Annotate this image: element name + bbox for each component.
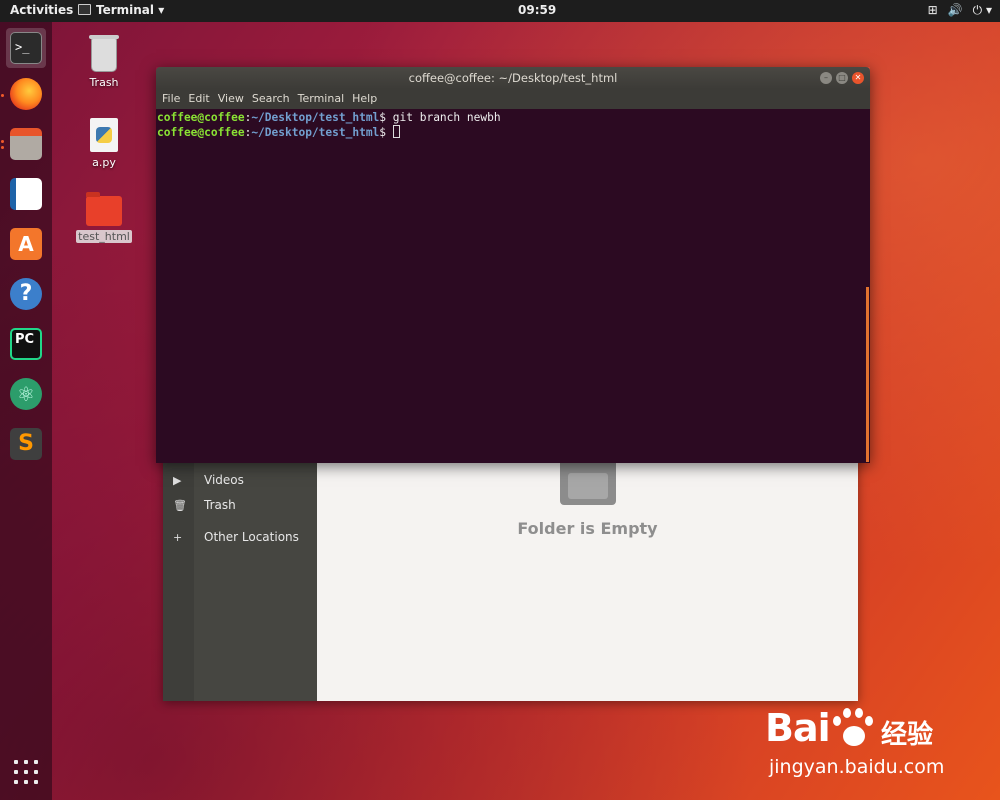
terminal-window: coffee@coffee: ~/Desktop/test_html – □ ✕… <box>156 67 870 463</box>
empty-folder-icon <box>560 459 616 505</box>
terminal-icon: >_ <box>10 32 42 64</box>
files-window-gutter <box>163 455 194 701</box>
top-bar: Activities Terminal ▾ 09:59 ⊞ 🔊 ⏻ ▾ <box>0 0 1000 22</box>
help-icon: ? <box>10 278 42 310</box>
volume-icon[interactable]: 🔊 <box>948 3 963 17</box>
dock-terminal[interactable]: >_ <box>6 28 46 68</box>
power-icon[interactable]: ⏻ ▾ <box>973 3 992 17</box>
maximize-button[interactable]: □ <box>836 72 848 84</box>
window-title: coffee@coffee: ~/Desktop/test_html <box>408 71 618 85</box>
prompt-symbol: $ <box>379 126 393 139</box>
dock-software[interactable]: A <box>6 224 46 264</box>
plus-icon: + <box>173 531 183 544</box>
dock-writer[interactable] <box>6 174 46 214</box>
dock-help[interactable]: ? <box>6 274 46 314</box>
folder-icon <box>86 192 122 226</box>
prompt-user: coffee@coffee <box>157 111 245 124</box>
dock-sublime[interactable]: S <box>6 424 46 464</box>
prompt-user: coffee@coffee <box>157 126 245 139</box>
desktop-a-py[interactable]: a.py <box>72 118 136 169</box>
app-menu[interactable]: Terminal ▾ <box>78 3 164 17</box>
terminal-line: coffee@coffee:~/Desktop/test_html$ <box>157 125 400 139</box>
show-applications-button[interactable] <box>14 760 40 786</box>
pycharm-icon: PC <box>10 328 42 360</box>
menu-terminal[interactable]: Terminal <box>296 92 347 105</box>
prompt-path: ~/Desktop/test_html <box>251 111 380 124</box>
scrollbar[interactable] <box>866 287 869 462</box>
running-indicator <box>1 94 4 97</box>
dock-firefox[interactable] <box>6 74 46 114</box>
desktop-icon-label: Trash <box>89 76 119 89</box>
sidebar-item-other-locations[interactable]: + Other Locations <box>173 530 313 546</box>
menu-view[interactable]: View <box>216 92 246 105</box>
prompt-symbol: $ <box>379 111 393 124</box>
minimize-button[interactable]: – <box>820 72 832 84</box>
dock-pycharm[interactable]: PC <box>6 324 46 364</box>
menu-file[interactable]: File <box>160 92 182 105</box>
files-sidebar <box>194 455 317 701</box>
clock[interactable]: 09:59 <box>518 3 556 17</box>
sidebar-item-trash[interactable]: 🗑 Trash <box>173 498 313 514</box>
watermark-url: jingyan.baidu.com <box>769 756 945 778</box>
trash-icon <box>89 35 119 72</box>
menu-edit[interactable]: Edit <box>186 92 211 105</box>
trash-icon: 🗑 <box>173 499 187 512</box>
sidebar-item-videos[interactable]: ▶ Videos <box>173 473 313 489</box>
files-icon <box>10 128 42 160</box>
running-indicator <box>1 140 4 143</box>
prompt-path: ~/Desktop/test_html <box>251 126 380 139</box>
dock-files[interactable] <box>6 124 46 164</box>
desktop-test-html-folder[interactable]: test_html <box>72 192 136 243</box>
activities-button[interactable]: Activities <box>10 3 73 17</box>
app-menu-label: Terminal ▾ <box>96 3 165 17</box>
video-icon: ▶ <box>173 474 182 487</box>
dock: >_ A ? PC ⚛ S <box>0 22 52 800</box>
desktop-trash[interactable]: Trash <box>72 35 136 89</box>
software-store-icon: A <box>10 228 42 260</box>
desktop-icon-label: a.py <box>92 156 116 169</box>
terminal-icon <box>78 4 91 15</box>
sidebar-item-label: Trash <box>204 498 236 512</box>
files-content-area[interactable]: Folder is Empty <box>317 455 858 701</box>
title-bar[interactable]: coffee@coffee: ~/Desktop/test_html – □ ✕ <box>156 67 870 89</box>
terminal-output[interactable]: coffee@coffee:~/Desktop/test_html$ git b… <box>156 109 870 463</box>
desktop-icon-label: test_html <box>76 230 132 243</box>
menu-bar: File Edit View Search Terminal Help <box>156 89 870 109</box>
empty-folder-message: Folder is Empty <box>517 519 658 538</box>
running-indicator <box>1 146 4 149</box>
text-cursor <box>392 125 400 138</box>
command-text: git branch newbh <box>392 111 501 124</box>
atom-icon: ⚛ <box>10 378 42 410</box>
menu-help[interactable]: Help <box>350 92 379 105</box>
python-file-icon <box>90 118 118 152</box>
dock-atom[interactable]: ⚛ <box>6 374 46 414</box>
watermark-cn-text: 经验 <box>881 720 934 750</box>
sidebar-item-label: Videos <box>204 473 244 487</box>
writer-icon <box>10 178 42 210</box>
watermark-logo: Bai <box>765 706 831 750</box>
files-window: ▶ Videos 🗑 Trash + Other Locations Folde… <box>163 455 858 701</box>
sublime-icon: S <box>10 428 42 460</box>
menu-search[interactable]: Search <box>250 92 292 105</box>
sidebar-item-label: Other Locations <box>204 530 299 544</box>
system-tray[interactable]: ⊞ 🔊 ⏻ ▾ <box>918 3 992 18</box>
close-button[interactable]: ✕ <box>852 72 864 84</box>
terminal-line: coffee@coffee:~/Desktop/test_html$ git b… <box>157 111 501 124</box>
network-icon[interactable]: ⊞ <box>928 3 938 17</box>
baidu-watermark: Bai 经验 jingyan.baidu.com <box>765 706 975 786</box>
firefox-icon <box>10 78 42 110</box>
paw-icon <box>827 706 875 750</box>
